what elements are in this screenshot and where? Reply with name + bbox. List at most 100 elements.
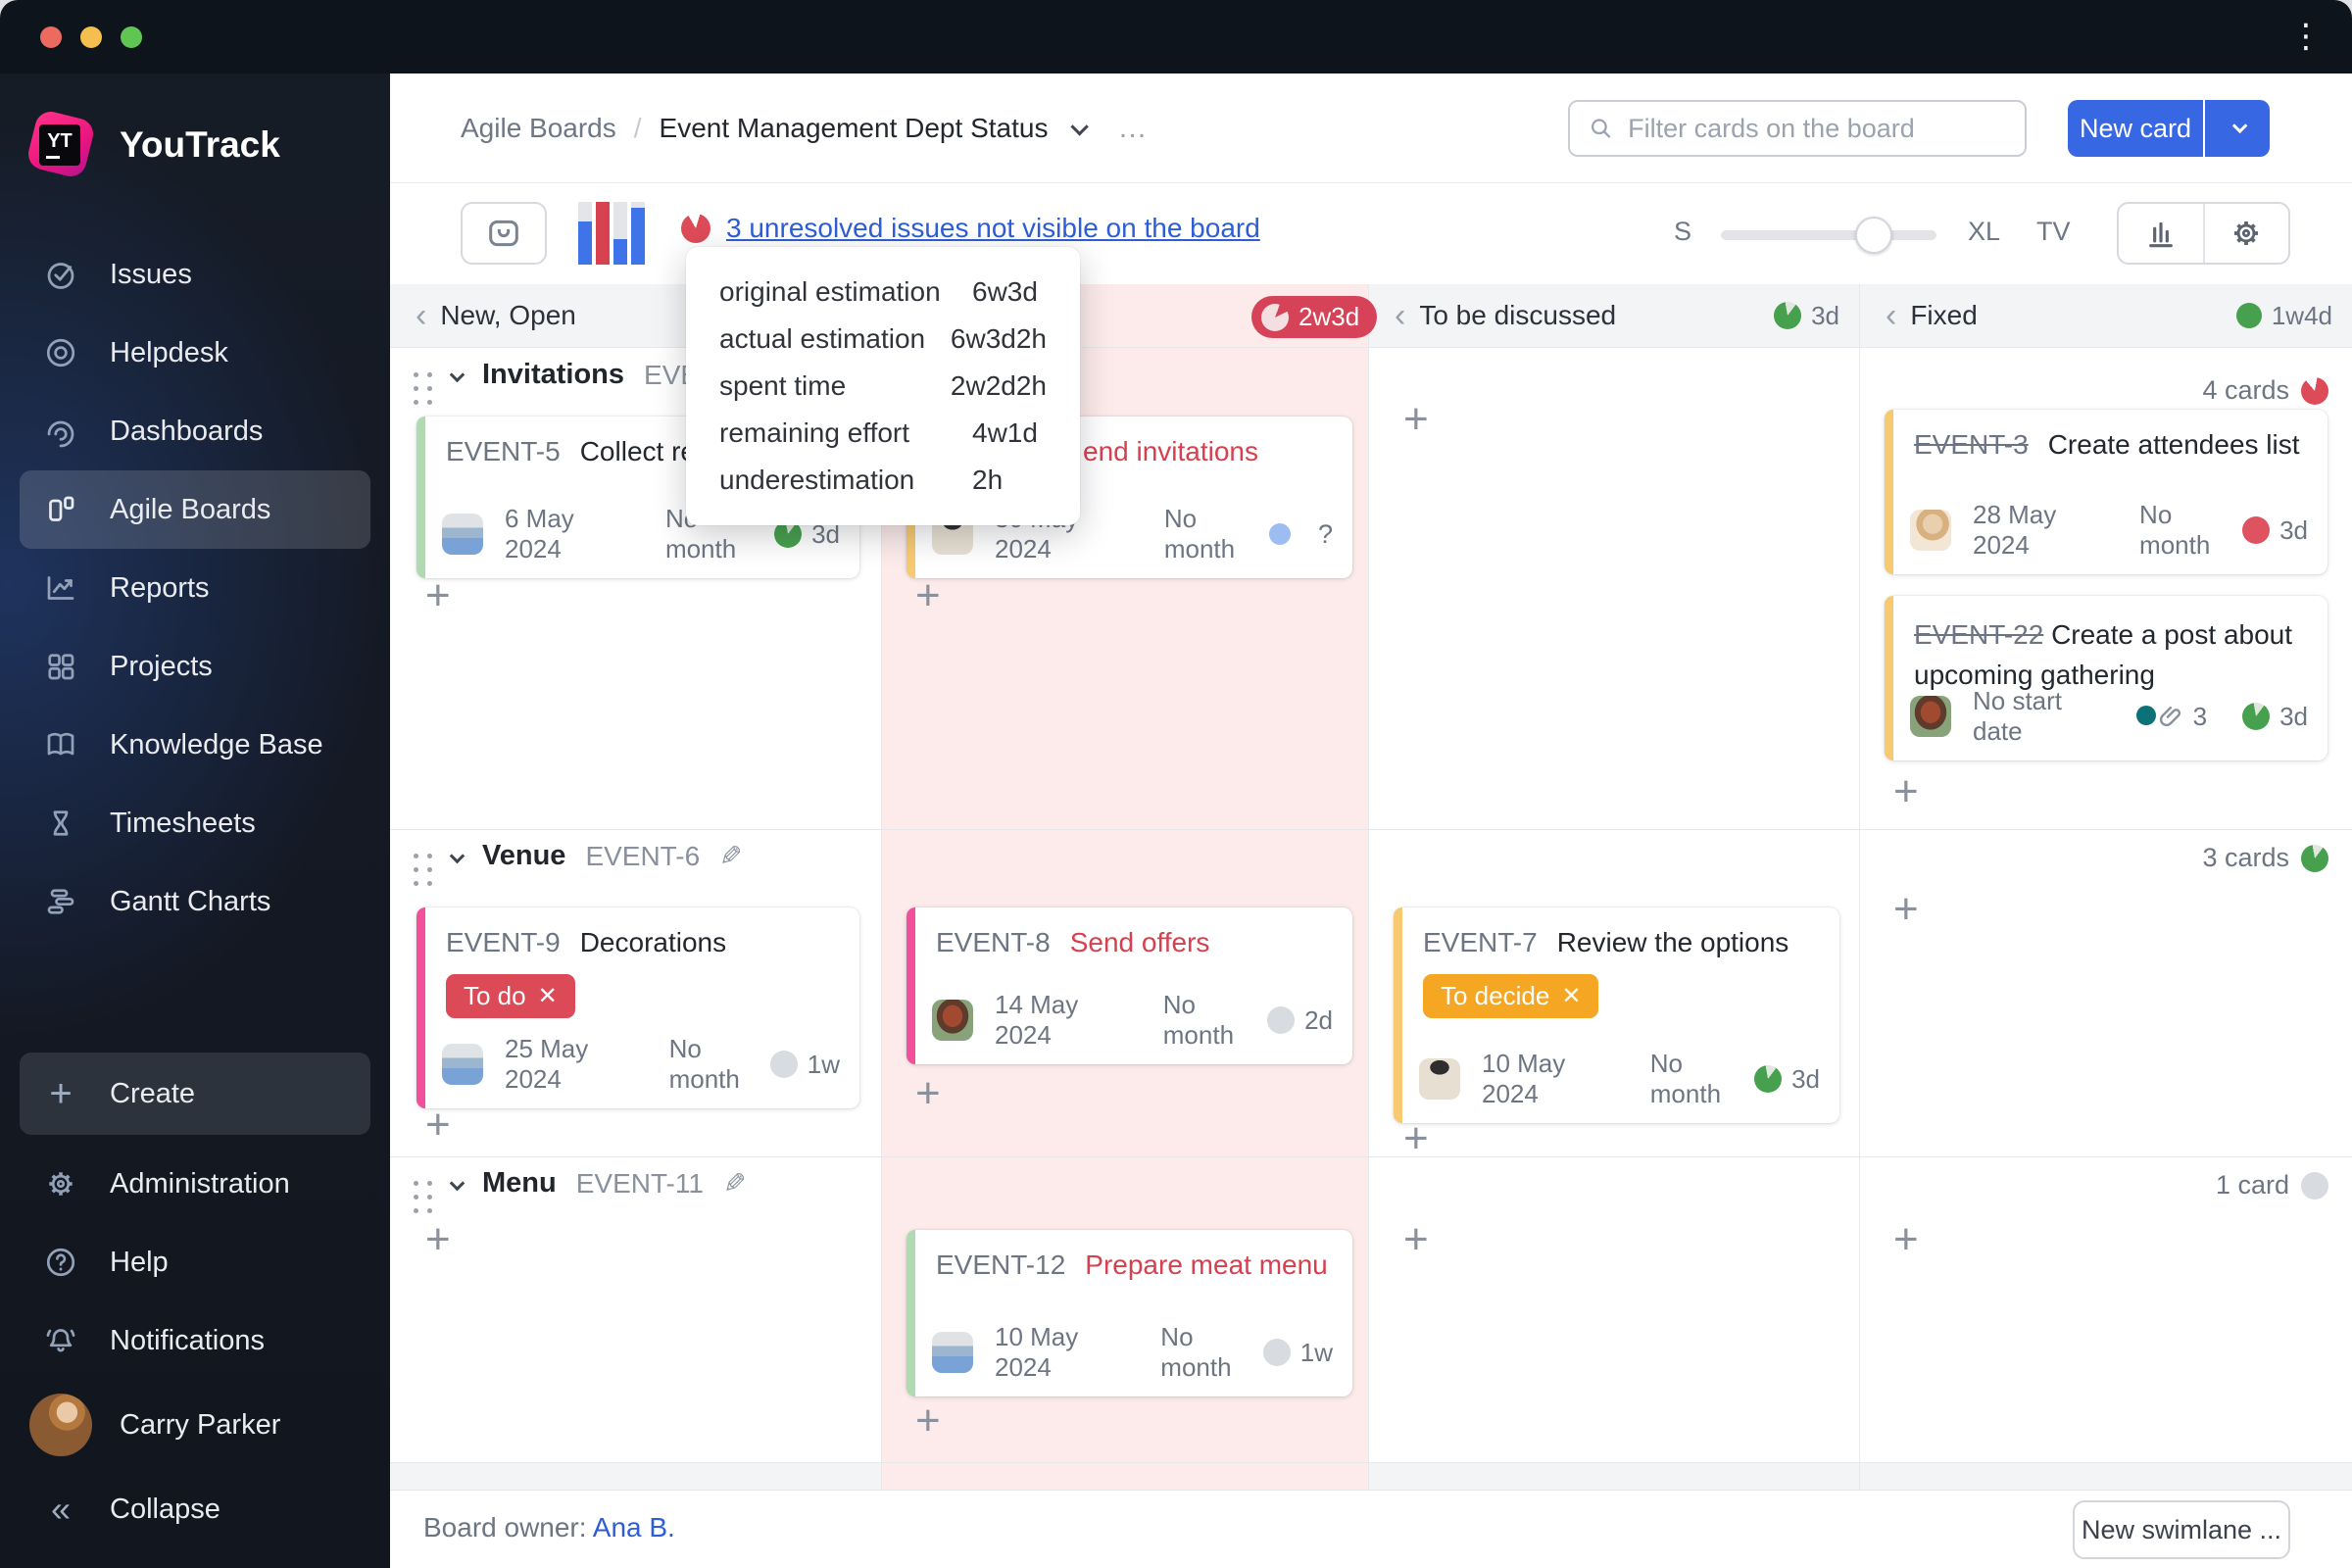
column-name: New, Open xyxy=(440,300,576,330)
card-title[interactable]: end invitations xyxy=(1083,436,1258,467)
youtrack-logo[interactable]: YT YouTrack xyxy=(24,108,280,180)
chevron-down-icon[interactable] xyxy=(449,367,466,383)
card-id[interactable]: EVENT-7 xyxy=(1423,927,1538,958)
card-title[interactable]: Send offers xyxy=(1070,927,1210,958)
add-card-button[interactable]: + xyxy=(1893,770,1919,813)
drag-handle-icon[interactable] xyxy=(414,372,418,377)
add-card-button[interactable]: + xyxy=(1403,1218,1429,1261)
card-event-22[interactable]: EVENT-22 Create a post about upcoming ga… xyxy=(1885,596,2328,760)
user-menu[interactable]: Carry Parker xyxy=(0,1380,390,1470)
card-event-9[interactable]: EVENT-9 Decorations To do ✕ 25 May 2024 N… xyxy=(416,907,859,1108)
add-card-button[interactable]: + xyxy=(915,574,941,617)
card-id[interactable]: EVENT-9 xyxy=(446,927,561,958)
add-card-button[interactable]: + xyxy=(425,1103,451,1147)
collapse-column-icon[interactable]: ‹ xyxy=(416,299,426,332)
chart-view-button[interactable] xyxy=(2119,204,2203,263)
board-progress-chart-icon[interactable] xyxy=(578,202,649,265)
card-event-7[interactable]: EVENT-7 Review the options To decide ✕ 10… xyxy=(1394,907,1839,1123)
column-header-fixed[interactable]: ‹ Fixed 1w4d xyxy=(1860,284,2352,347)
swimlane-title[interactable]: Menu xyxy=(482,1167,557,1200)
card-event-8[interactable]: EVENT-8 Send offers 14 May 2024 No month… xyxy=(906,907,1352,1064)
sidebar-item-timesheets[interactable]: Timesheets xyxy=(0,784,390,862)
swimlane-issue-id[interactable]: EVENT-11 xyxy=(576,1168,704,1200)
card-estimate: 3d xyxy=(2279,514,2308,545)
backlog-panel-button[interactable] xyxy=(461,202,547,265)
sidebar-item-administration[interactable]: Administration xyxy=(0,1145,390,1223)
remove-tag-icon[interactable]: ✕ xyxy=(1561,982,1581,1010)
sidebar-item-dashboards[interactable]: Dashboards xyxy=(0,392,390,470)
card-title[interactable]: Create attendees list xyxy=(2048,429,2300,461)
tag-to-do[interactable]: To do ✕ xyxy=(446,974,575,1018)
card-event-12[interactable]: EVENT-12 Prepare meat menu 10 May 2024 N… xyxy=(906,1230,1352,1396)
tv-mode-button[interactable]: TV xyxy=(2036,217,2071,247)
board-more-menu[interactable]: … xyxy=(1117,112,1149,145)
slider-thumb[interactable] xyxy=(1855,217,1892,254)
add-card-button[interactable]: + xyxy=(425,574,451,617)
tooltip-label: remaining effort xyxy=(719,417,910,448)
collapse-column-icon[interactable]: ‹ xyxy=(1395,299,1405,332)
pencil-icon[interactable]: ✎ xyxy=(723,1167,746,1200)
swimlane-title[interactable]: Invitations xyxy=(482,359,624,391)
add-card-button[interactable]: + xyxy=(915,1072,941,1115)
sidebar-item-issues[interactable]: Issues xyxy=(0,235,390,314)
new-card-dropdown-button[interactable] xyxy=(2205,100,2270,157)
sidebar-item-knowledge-base[interactable]: Knowledge Base xyxy=(0,706,390,784)
breadcrumb-agile-boards[interactable]: Agile Boards xyxy=(461,113,616,144)
paperclip-icon xyxy=(2159,706,2180,727)
add-card-button[interactable]: + xyxy=(1403,1117,1429,1160)
board-owner-link[interactable]: Ana B. xyxy=(593,1512,675,1543)
tag-to-decide[interactable]: To decide ✕ xyxy=(1423,974,1599,1018)
card-title[interactable]: Decorations xyxy=(580,927,726,958)
add-card-button[interactable]: + xyxy=(915,1399,941,1443)
lifebuoy-icon xyxy=(46,338,75,368)
collapse-sidebar-button[interactable]: « Collapse xyxy=(0,1470,390,1548)
sidebar-item-helpdesk[interactable]: Helpdesk xyxy=(0,314,390,392)
card-id[interactable]: EVENT-3 xyxy=(1914,429,2029,461)
close-window-button[interactable] xyxy=(40,26,62,48)
add-card-button[interactable]: + xyxy=(1893,1218,1919,1261)
tooltip-label: underestimation xyxy=(719,465,915,495)
card-id[interactable]: EVENT-5 xyxy=(446,436,561,467)
zoom-window-button[interactable] xyxy=(121,26,142,48)
add-card-button[interactable]: + xyxy=(425,1218,451,1261)
card-estimate: 2d xyxy=(1304,1004,1333,1035)
chevron-down-icon[interactable] xyxy=(449,848,466,864)
card-size-slider[interactable] xyxy=(1721,217,1936,254)
card-id[interactable]: EVENT-22 xyxy=(1914,619,2043,650)
card-event-3[interactable]: EVENT-3 Create attendees list 28 May 202… xyxy=(1885,410,2328,574)
card-id[interactable]: EVENT-12 xyxy=(936,1250,1065,1281)
pencil-icon[interactable]: ✎ xyxy=(719,840,742,872)
kebab-menu-icon[interactable]: ⋮ xyxy=(2289,18,2323,55)
card-month: No month xyxy=(1162,990,1235,1050)
chevron-down-icon[interactable] xyxy=(1070,117,1090,136)
add-card-button[interactable]: + xyxy=(1403,398,1429,441)
swimlane-title[interactable]: Venue xyxy=(482,840,565,872)
new-card-button[interactable]: New card xyxy=(2068,100,2203,157)
swimlane-issue-id[interactable]: EVENT-6 xyxy=(585,841,700,872)
minimize-window-button[interactable] xyxy=(80,26,102,48)
sidebar-item-help[interactable]: Help xyxy=(0,1223,390,1301)
sidebar-item-notifications[interactable]: Notifications xyxy=(0,1301,390,1380)
attachments: 3 xyxy=(2156,702,2207,732)
create-button[interactable]: + Create xyxy=(20,1053,370,1135)
drag-handle-icon[interactable] xyxy=(414,1181,418,1186)
sidebar-item-label: Issues xyxy=(110,258,192,290)
filter-input[interactable] xyxy=(1628,113,2007,144)
add-card-button[interactable]: + xyxy=(1893,888,1919,931)
new-swimlane-button[interactable]: New swimlane ... xyxy=(2073,1500,2290,1559)
collapse-column-icon[interactable]: ‹ xyxy=(1886,299,1896,332)
chevron-down-icon[interactable] xyxy=(449,1175,466,1192)
board-settings-button[interactable] xyxy=(2202,204,2289,263)
drag-handle-icon[interactable] xyxy=(414,854,418,858)
sidebar-item-reports[interactable]: Reports xyxy=(0,549,390,627)
unresolved-issues-link[interactable]: 3 unresolved issues not visible on the b… xyxy=(726,213,1260,244)
sidebar-item-gantt-charts[interactable]: Gantt Charts xyxy=(0,862,390,941)
card-title[interactable]: Prepare meat menu xyxy=(1085,1250,1327,1281)
card-title[interactable]: Review the options xyxy=(1557,927,1789,958)
column-header-to-be-discussed[interactable]: ‹ To be discussed 3d xyxy=(1369,284,1859,347)
remove-tag-icon[interactable]: ✕ xyxy=(538,982,558,1010)
sidebar-item-agile-boards[interactable]: Agile Boards xyxy=(20,470,370,549)
card-title[interactable]: Collect re xyxy=(580,436,696,467)
card-id[interactable]: EVENT-8 xyxy=(936,927,1051,958)
sidebar-item-projects[interactable]: Projects xyxy=(0,627,390,706)
